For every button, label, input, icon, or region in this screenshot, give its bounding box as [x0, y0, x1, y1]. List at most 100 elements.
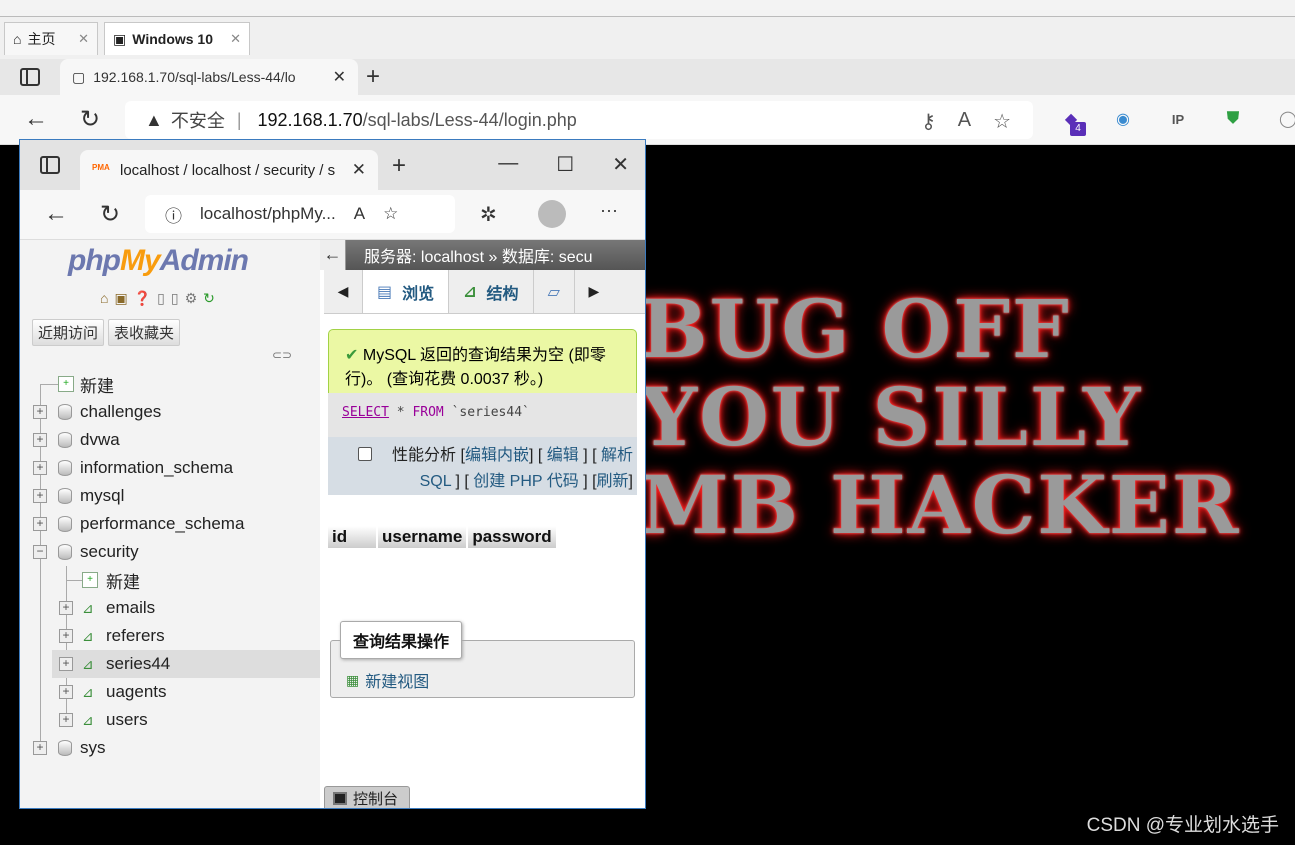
expand-icon[interactable]: +: [59, 685, 73, 699]
tree-db-mysql[interactable]: + mysql: [20, 482, 320, 510]
structure-icon: ⊿: [463, 283, 477, 301]
tab-actions-icon[interactable]: [20, 68, 40, 86]
vm-tab-home[interactable]: ⌂ 主页 ✕: [4, 22, 98, 55]
expand-icon[interactable]: +: [33, 489, 47, 503]
tab-scroll-right-icon[interactable]: ▶: [575, 270, 613, 313]
edit-link[interactable]: 编辑: [547, 447, 579, 464]
tree-db-security[interactable]: − security: [20, 538, 320, 566]
expand-icon[interactable]: +: [59, 629, 73, 643]
tree-db-challenges[interactable]: + challenges: [20, 398, 320, 426]
sql-select-link[interactable]: SELECT: [342, 405, 389, 420]
ip-icon[interactable]: IP: [1165, 105, 1191, 133]
new-tab-button[interactable]: +: [392, 152, 406, 180]
tree-db-performance-schema[interactable]: + performance_schema: [20, 510, 320, 538]
refresh-icon[interactable]: ↻: [80, 105, 100, 134]
link-icon[interactable]: ⊂⊃: [272, 348, 292, 362]
eye-icon[interactable]: ◉: [1110, 105, 1136, 133]
profile-icon[interactable]: ◯: [1275, 105, 1295, 133]
back-icon[interactable]: ←: [24, 105, 48, 133]
extensions-icon[interactable]: ✲: [480, 202, 497, 227]
key-icon[interactable]: ⚷: [921, 109, 936, 134]
create-php-link[interactable]: 创建 PHP 代码: [473, 473, 579, 490]
db-tree: + 新建 + challenges + dvwa + information_s…: [20, 370, 320, 762]
vm-tab-windows10[interactable]: ▣ Windows 10 ✕: [104, 22, 250, 55]
tree-table-series44[interactable]: + ⊿ series44: [52, 650, 320, 678]
breadcrumb-text[interactable]: 服务器: localhost » 数据库: secu: [364, 243, 593, 267]
close-icon[interactable]: ✕: [230, 31, 241, 47]
back-icon[interactable]: ←: [44, 200, 68, 228]
url-separator: |: [236, 109, 242, 130]
expand-icon[interactable]: +: [33, 433, 47, 447]
inner-address-bar: ← ↻ ⓘ localhost/phpMy... A ☆ ✲ ···: [20, 190, 645, 240]
create-view-link[interactable]: ▦ 新建视图: [346, 668, 429, 692]
recent-button[interactable]: 近期访问: [32, 319, 105, 346]
logout-icon[interactable]: ▣: [114, 290, 127, 307]
vm-tab-label: Windows 10: [132, 31, 214, 47]
more-menu-icon[interactable]: ···: [600, 200, 618, 221]
inner-tab[interactable]: PMA localhost / localhost / security / s…: [80, 150, 378, 190]
pma-logo[interactable]: phpMyAdmin: [68, 244, 249, 278]
settings-icon[interactable]: ⚙: [185, 290, 198, 307]
tab-browse[interactable]: ▤ 浏览: [362, 270, 450, 313]
read-aloud-icon[interactable]: A: [958, 109, 971, 134]
result-table-header: id username password: [328, 526, 557, 548]
console-toggle[interactable]: 控制台: [324, 786, 410, 808]
close-icon[interactable]: ✕: [333, 67, 346, 87]
tab-scroll-left-icon[interactable]: ◀: [324, 270, 362, 313]
collapse-nav-icon[interactable]: ←: [320, 240, 346, 270]
minimize-icon[interactable]: —: [498, 152, 518, 177]
tree-db-dvwa[interactable]: + dvwa: [20, 426, 320, 454]
tree-db-information-schema[interactable]: + information_schema: [20, 454, 320, 482]
copy-icon[interactable]: ▯: [171, 290, 179, 307]
edit-inline-link[interactable]: 编辑内嵌: [465, 447, 529, 464]
inner-url-input[interactable]: ⓘ localhost/phpMy... A ☆: [145, 195, 455, 233]
tree-table-referers[interactable]: + ⊿ referers: [20, 622, 320, 650]
column-header-username[interactable]: username: [378, 526, 467, 548]
expand-icon[interactable]: +: [59, 713, 73, 727]
close-icon[interactable]: ✕: [352, 160, 366, 180]
expand-icon[interactable]: +: [59, 657, 73, 671]
inner-browser-window: PMA localhost / localhost / security / s…: [19, 139, 646, 809]
inner-url-text: localhost/phpMy...: [200, 204, 336, 223]
tree-table-uagents[interactable]: + ⊿ uagents: [20, 678, 320, 706]
hacker-text-line2: YOU SILLY: [640, 370, 1143, 464]
profiling-checkbox[interactable]: [358, 447, 372, 461]
tree-item-new[interactable]: + 新建: [20, 370, 320, 398]
avatar[interactable]: [538, 200, 566, 228]
docs-icon[interactable]: ▯: [157, 290, 165, 307]
tree-item-new-table[interactable]: + 新建: [20, 566, 320, 594]
tab-actions-icon[interactable]: [40, 156, 60, 174]
expand-icon[interactable]: +: [33, 461, 47, 475]
favorite-add-icon[interactable]: ☆: [383, 204, 398, 224]
expand-icon[interactable]: +: [33, 517, 47, 531]
favorites-button[interactable]: 表收藏夹: [108, 319, 181, 346]
tree-db-sys[interactable]: + sys: [20, 734, 320, 762]
tree-table-emails[interactable]: + ⊿ emails: [20, 594, 320, 622]
favorite-add-icon[interactable]: ☆: [993, 109, 1011, 134]
close-window-icon[interactable]: ✕: [612, 152, 629, 177]
column-header-id[interactable]: id: [328, 526, 376, 548]
help-icon[interactable]: ❓: [134, 290, 151, 307]
shield-icon[interactable]: ⛊: [1220, 105, 1246, 133]
expand-icon[interactable]: +: [33, 741, 47, 755]
close-icon[interactable]: ✕: [78, 31, 89, 47]
read-aloud-icon[interactable]: A: [354, 204, 365, 224]
url-host: 192.168.1.70: [257, 109, 363, 130]
reload-icon[interactable]: ↻: [203, 290, 215, 307]
column-header-password[interactable]: password: [468, 526, 557, 548]
tab-sql[interactable]: ▱: [534, 270, 575, 313]
new-tab-button[interactable]: +: [366, 63, 380, 91]
expand-icon[interactable]: +: [33, 405, 47, 419]
tab-structure[interactable]: ⊿ 结构: [449, 270, 534, 313]
expand-icon[interactable]: +: [59, 601, 73, 615]
outer-url-input[interactable]: ▲ 不安全 | 192.168.1.70 /sql-labs/Less-44/l…: [125, 101, 1033, 139]
outer-tab-bar: ▢ 192.168.1.70/sql-labs/Less-44/lo ✕ +: [0, 59, 1295, 95]
refresh-icon[interactable]: ↻: [100, 200, 120, 229]
refresh-link[interactable]: 刷新: [597, 473, 629, 490]
home-icon[interactable]: ⌂: [100, 290, 108, 307]
maximize-icon[interactable]: ☐: [556, 152, 574, 177]
collapse-icon[interactable]: −: [33, 545, 47, 559]
tree-table-users[interactable]: + ⊿ users: [20, 706, 320, 734]
database-icon: [58, 432, 72, 448]
outer-tab[interactable]: ▢ 192.168.1.70/sql-labs/Less-44/lo ✕: [60, 59, 358, 95]
